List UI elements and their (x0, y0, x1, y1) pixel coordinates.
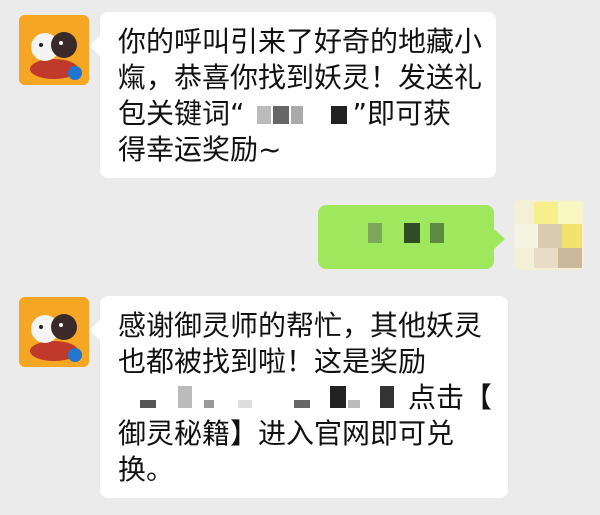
message-line-with-redaction: 点击【 (118, 380, 494, 416)
message-line: 御灵秘籍】进入官网即可兑 (118, 417, 455, 450)
redacted-reward-code (118, 386, 408, 408)
game-mascot-icon (19, 297, 89, 367)
message-line-with-redaction: 包关键词“ ”即可获 (118, 97, 452, 130)
sender-avatar[interactable] (19, 15, 89, 85)
redacted-keyword (245, 106, 353, 124)
message-line: 换。 (118, 453, 175, 486)
self-avatar[interactable] (514, 200, 584, 270)
message-line: 也都被找到啦！这是奖励 (118, 345, 427, 378)
blurred-avatar-icon (514, 200, 584, 270)
message-line: 熂，恭喜你找到妖灵！发送礼 (118, 61, 483, 94)
redacted-content (368, 223, 382, 243)
sender-avatar[interactable] (19, 297, 89, 367)
incoming-message-bubble[interactable]: 感谢御灵师的帮忙，其他妖灵 也都被找到啦！这是奖励 点击【 御灵秘籍】进入官网即… (89, 296, 508, 498)
game-mascot-icon (19, 15, 89, 85)
outgoing-message-bubble[interactable] (318, 205, 505, 269)
message-line: 得幸运奖励~ (118, 133, 282, 166)
message-line: 你的呼叫引来了好奇的地藏小 (118, 25, 483, 58)
incoming-message-bubble[interactable]: 你的呼叫引来了好奇的地藏小 熂，恭喜你找到妖灵！发送礼 包关键词“ ”即可获 得… (89, 12, 496, 178)
message-line: 感谢御灵师的帮忙，其他妖灵 (118, 309, 483, 342)
